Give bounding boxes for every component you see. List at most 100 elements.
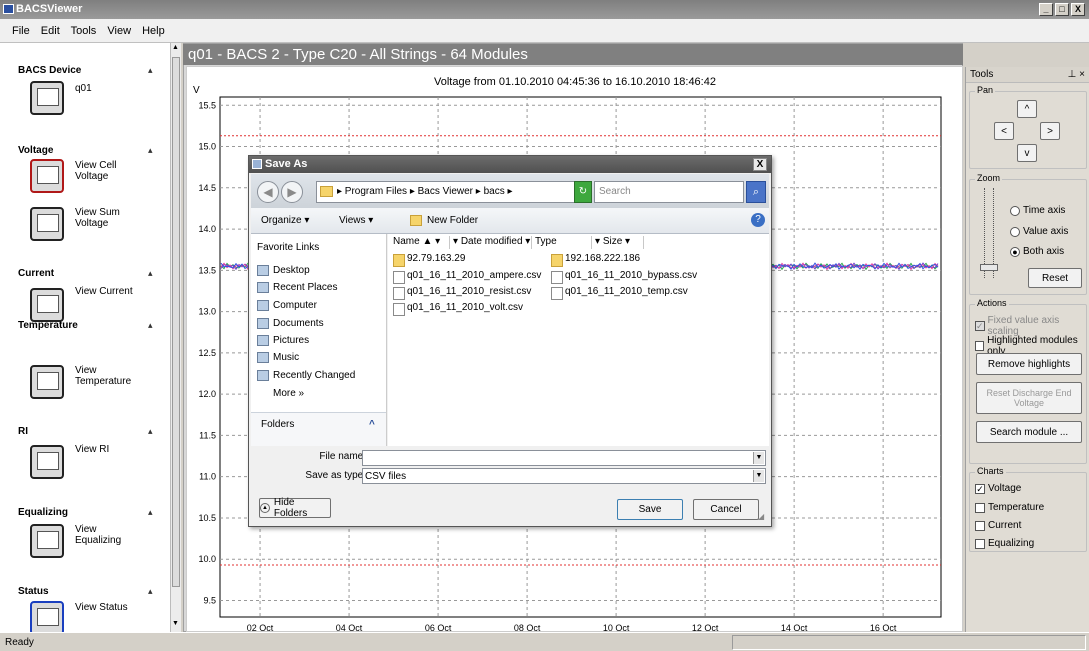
favorite-pictures[interactable]: Pictures [257, 335, 309, 346]
fixed-value-axis-checkbox[interactable]: ✓ Fixed value axis scaling [975, 315, 1086, 337]
bacs-device-icon[interactable] [30, 81, 64, 115]
favorite-desktop[interactable]: Desktop [257, 265, 310, 276]
scroll-down-icon[interactable]: ▼ [172, 620, 179, 627]
sidebar-item-view-ri[interactable]: View RI [75, 444, 109, 455]
search-icon[interactable]: ⌕ [746, 181, 766, 203]
column-header-name[interactable]: Name ▲ ▾ [390, 236, 450, 249]
sidebar-item-view-equalizing[interactable]: View Equalizing [75, 524, 130, 546]
menu-help[interactable]: Help [142, 25, 165, 37]
cancel-button[interactable]: Cancel [693, 499, 759, 520]
file-item-csv[interactable]: q01_16_11_2010_bypass.csv [551, 270, 697, 284]
equalizing-icon[interactable] [30, 524, 64, 558]
equalizing-chart-checkbox[interactable]: Equalizing [975, 538, 1034, 549]
collapse-icon[interactable]: ▴ [148, 65, 153, 76]
zoom-value-axis-radio[interactable]: Value axis [1010, 226, 1068, 237]
zoom-both-axis-radio[interactable]: ● Both axis [1010, 246, 1064, 257]
pan-up-button[interactable]: ^ [1017, 100, 1037, 118]
sidebar-scrollbar[interactable]: ▲ ▼ [170, 43, 181, 632]
menu-file[interactable]: File [12, 25, 30, 37]
sidebar-scroll-thumb[interactable] [172, 57, 180, 587]
zoom-slider-thumb[interactable] [980, 264, 998, 271]
current-icon[interactable] [30, 288, 64, 322]
file-item-folder[interactable]: 192.168.222.186 [551, 253, 640, 267]
maximize-button[interactable]: □ [1055, 3, 1069, 16]
back-button[interactable]: ◀ [257, 181, 279, 203]
section-header-bacs-device[interactable]: BACS Device [18, 65, 81, 76]
save-as-type-select[interactable]: CSV files ▼ [362, 468, 766, 484]
current-chart-checkbox[interactable]: Current [975, 520, 1021, 531]
temperature-chart-checkbox[interactable]: Temperature [975, 502, 1044, 513]
forward-button[interactable]: ▶ [281, 181, 303, 203]
refresh-icon[interactable]: ↻ [574, 181, 592, 203]
resize-grip-icon[interactable]: ◢ [758, 512, 764, 521]
favorite-computer[interactable]: Computer [257, 300, 317, 311]
dialog-close-button[interactable]: X [753, 158, 767, 171]
sidebar-item-view-cell-voltage[interactable]: View Cell Voltage [75, 160, 135, 182]
file-item-folder[interactable]: 92.79.163.29 [393, 253, 465, 267]
views-menu[interactable]: Views ▾ [339, 215, 373, 226]
ri-icon[interactable] [30, 445, 64, 479]
collapse-icon[interactable]: ▴ [148, 320, 153, 331]
collapse-icon[interactable]: ▴ [148, 426, 153, 437]
menu-tools[interactable]: Tools [71, 25, 97, 37]
section-header-voltage[interactable]: Voltage [18, 145, 53, 156]
menu-view[interactable]: View [107, 25, 131, 37]
zoom-reset-button[interactable]: Reset [1028, 268, 1082, 288]
search-input[interactable]: Search [594, 181, 744, 203]
collapse-icon[interactable]: ▴ [148, 507, 153, 518]
pan-right-button[interactable]: > [1040, 122, 1060, 140]
file-name-field[interactable]: ▼ [362, 450, 766, 466]
zoom-time-axis-radio[interactable]: Time axis [1010, 205, 1065, 216]
section-header-status[interactable]: Status [18, 586, 49, 597]
hide-folders-button[interactable]: ▲ Hide Folders [259, 497, 331, 519]
collapse-icon[interactable]: ▴ [148, 145, 153, 156]
collapse-icon[interactable]: ▴ [148, 586, 153, 597]
new-folder-button[interactable]: New Folder [427, 215, 478, 226]
voltage-chart-checkbox[interactable]: ✓ Voltage [975, 483, 1021, 494]
organize-menu[interactable]: Organize ▾ [261, 215, 309, 226]
section-header-ri[interactable]: RI [18, 426, 28, 437]
favorite-recently-changed[interactable]: Recently Changed [257, 370, 355, 381]
sidebar-item-view-current[interactable]: View Current [75, 286, 133, 297]
more-favorites-link[interactable]: More » [273, 388, 304, 399]
chevron-up-icon[interactable]: ^ [369, 419, 375, 430]
file-list[interactable]: Name ▲ ▾ ▾ Date modified ▾ Type ▾ Size ▾… [388, 234, 769, 446]
column-header-date-modified[interactable]: ▾ Date modified ▾ [450, 236, 532, 249]
file-item-csv[interactable]: q01_16_11_2010_resist.csv [393, 286, 531, 300]
temperature-icon[interactable] [30, 365, 64, 399]
close-button[interactable]: X [1071, 3, 1085, 16]
section-header-current[interactable]: Current [18, 268, 54, 279]
pin-close-icon[interactable]: ⊥ × [1068, 69, 1085, 80]
chevron-down-icon[interactable]: ▼ [753, 452, 764, 464]
chevron-down-icon[interactable]: ▼ [753, 470, 764, 482]
menu-edit[interactable]: Edit [41, 25, 60, 37]
sidebar-item-view-sum-voltage[interactable]: View Sum Voltage [75, 207, 135, 229]
sidebar-item-q01[interactable]: q01 [75, 83, 92, 94]
search-module-button[interactable]: Search module ... [976, 421, 1082, 443]
file-item-csv[interactable]: q01_16_11_2010_volt.csv [393, 302, 523, 316]
favorite-recent-places[interactable]: Recent Places [257, 282, 337, 293]
collapse-icon[interactable]: ▴ [148, 268, 153, 279]
sidebar-item-view-status[interactable]: View Status [75, 602, 128, 613]
file-item-csv[interactable]: q01_16_11_2010_ampere.csv [393, 270, 541, 284]
favorite-music[interactable]: Music [257, 352, 299, 363]
column-header-size[interactable]: ▾ Size ▾ [592, 236, 644, 249]
scroll-up-icon[interactable]: ▲ [172, 44, 179, 51]
sum-voltage-icon[interactable] [30, 207, 64, 241]
favorite-documents[interactable]: Documents [257, 318, 324, 329]
breadcrumb[interactable]: ▸ Program Files ▸ Bacs Viewer ▸ bacs ▸ ▼ [316, 181, 586, 203]
section-header-equalizing[interactable]: Equalizing [18, 507, 68, 518]
folders-toggle[interactable]: Folders ^ [251, 412, 386, 446]
save-button[interactable]: Save [617, 499, 683, 520]
file-item-csv[interactable]: q01_16_11_2010_temp.csv [551, 286, 688, 300]
pan-left-button[interactable]: < [994, 122, 1014, 140]
remove-highlights-button[interactable]: Remove highlights [976, 353, 1082, 375]
cell-voltage-icon[interactable] [30, 159, 64, 193]
pan-down-button[interactable]: v [1017, 144, 1037, 162]
help-icon[interactable]: ? [751, 213, 765, 227]
sidebar-item-view-temperature[interactable]: View Temperature [75, 365, 135, 387]
section-header-temperature[interactable]: Temperature [18, 320, 78, 331]
status-icon[interactable] [30, 601, 64, 632]
reset-discharge-end-voltage-button[interactable]: Reset Discharge End Voltage [976, 382, 1082, 414]
minimize-button[interactable]: _ [1039, 3, 1053, 16]
